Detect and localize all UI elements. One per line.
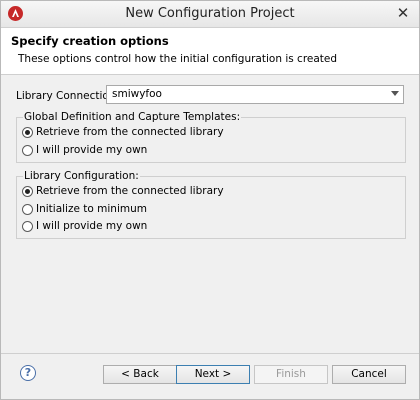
page-description: These options control how the initial co… — [18, 53, 338, 65]
footer-divider — [1, 353, 419, 354]
finish-button: Finish — [254, 365, 328, 384]
radio-button[interactable] — [22, 145, 33, 156]
radio-button[interactable] — [22, 204, 33, 215]
radio-label: Retrieve from the connected library — [36, 126, 224, 138]
chevron-down-icon[interactable] — [391, 91, 399, 96]
library-connection-value: smiwyfoo — [112, 88, 162, 100]
back-button[interactable]: < Back — [103, 365, 177, 384]
library-configuration-group: Library Configuration: Retrieve from the… — [16, 170, 406, 239]
radio-label: I will provide my own — [36, 220, 148, 232]
radio-button[interactable] — [22, 127, 33, 138]
header-banner: Specify creation options These options c… — [1, 28, 419, 75]
close-icon[interactable]: ✕ — [394, 5, 412, 22]
radio-label: I will provide my own — [36, 144, 148, 156]
radio-label: Initialize to minimum — [36, 203, 147, 215]
library-configuration-label: Library Configuration: — [23, 170, 140, 182]
global-templates-group: Global Definition and Capture Templates:… — [16, 111, 406, 163]
help-icon[interactable]: ? — [20, 365, 36, 381]
global-templates-label: Global Definition and Capture Templates: — [23, 111, 242, 123]
library-connection-select[interactable]: smiwyfoo — [106, 85, 404, 104]
radio-button[interactable] — [22, 221, 33, 232]
radio-button[interactable] — [22, 186, 33, 197]
cancel-button[interactable]: Cancel — [332, 365, 406, 384]
next-button[interactable]: Next > — [176, 365, 250, 384]
library-connection-label: Library Connection: — [16, 90, 120, 102]
title-bar: New Configuration Project ✕ — [1, 1, 419, 28]
window-title: New Configuration Project — [125, 6, 295, 21]
radio-label: Retrieve from the connected library — [36, 185, 224, 197]
page-title: Specify creation options — [11, 34, 169, 48]
dialog-window: New Configuration Project ✕ Specify crea… — [0, 0, 420, 400]
